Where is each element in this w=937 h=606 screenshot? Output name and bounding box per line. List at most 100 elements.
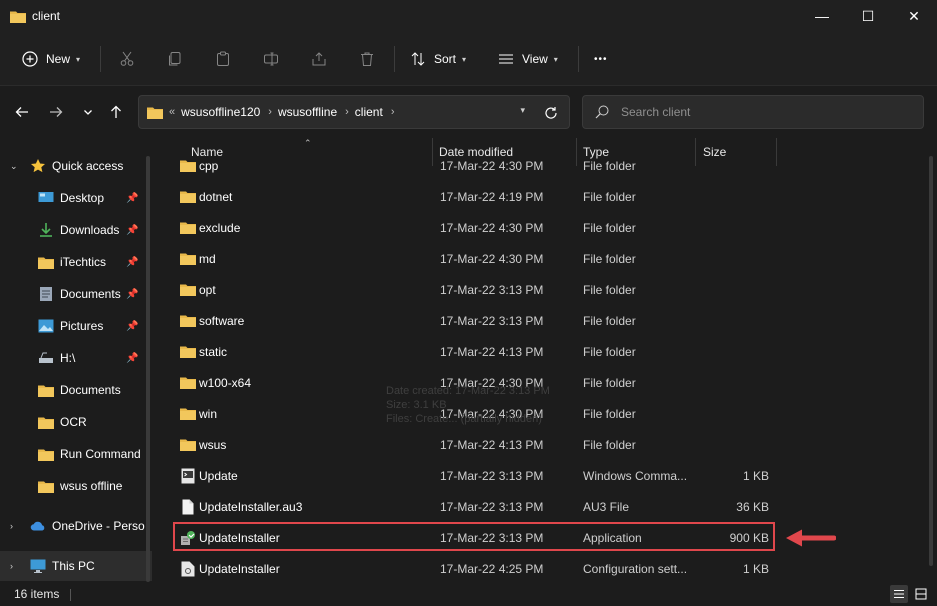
rename-icon [264,52,278,66]
sidebar-item-downloads[interactable]: Downloads 📌 [0,215,152,245]
pin-icon: 📌 [126,352,139,364]
sidebar-item-quick-access[interactable]: ⌄ Quick access [0,151,152,181]
copy-button[interactable] [164,44,186,74]
sidebar-item-this-pc[interactable]: › This PC [0,551,152,581]
minimize-button[interactable]: — [799,0,845,32]
navigation-bar: « wsusoffline120 › wsusoffline › client … [0,86,937,138]
download-icon [38,222,54,238]
tiles-view-button[interactable] [912,585,930,603]
refresh-button[interactable] [541,103,561,123]
sidebar-item-ocr[interactable]: OCR [0,407,152,437]
back-button[interactable] [8,98,36,126]
breadcrumb-client[interactable]: client [355,105,383,119]
command-bar: New ▾ Sort ▾ View ▾ ••• [0,32,937,86]
chevron-down-icon[interactable]: ⌄ [10,161,18,172]
sidebar-item-run-command[interactable]: Run Command [0,439,152,469]
chevron-right-icon[interactable]: › [10,521,13,531]
sidebar-item-h-drive[interactable]: H:\ 📌 [0,343,152,373]
file-type: File folder [583,282,636,297]
paste-button[interactable] [212,44,234,74]
sidebar-item-itechtics[interactable]: iTechtics 📌 [0,247,152,277]
chevron-down-icon: ▾ [462,54,467,64]
drive-icon [38,350,54,366]
up-button[interactable] [102,98,130,126]
breadcrumb-wsusoffline120[interactable]: wsusoffline120 [181,105,260,119]
search-box[interactable] [582,95,924,129]
file-list-scrollbar[interactable] [929,156,933,566]
details-view-icon [894,590,904,598]
table-row[interactable]: wsus 17-Mar-22 4:13 PM File folder [172,429,776,460]
file-type: File folder [583,189,636,204]
file-name: md [199,251,216,266]
file-type: File folder [583,313,636,328]
tooltip-line: Files: Create... (partially hidden) [386,413,542,425]
table-row[interactable]: exclude 17-Mar-22 4:30 PM File folder [172,212,776,243]
chevron-right-icon[interactable]: › [10,561,13,571]
file-list: ⌃ Name Date modified Type Size cpp 17-Mar… [160,138,937,582]
table-row[interactable]: dotnet 17-Mar-22 4:19 PM File folder [172,181,776,212]
close-button[interactable]: ✕ [891,0,937,32]
file-size [702,336,769,367]
sidebar-item-documents[interactable]: Documents [0,375,152,405]
folder-icon [179,212,197,243]
share-button[interactable] [308,44,330,74]
chevron-right-icon[interactable]: › [345,106,349,118]
status-bar: 16 items [0,582,937,606]
file-type: File folder [583,251,636,266]
file-name: UpdateInstaller [199,561,280,576]
delete-button[interactable] [356,44,378,74]
pin-icon: 📌 [126,224,139,236]
forward-button[interactable] [42,98,70,126]
sidebar-item-pictures[interactable]: Pictures 📌 [0,311,152,341]
arrow-left-icon [786,529,836,547]
pin-icon: 📌 [126,288,139,300]
chevron-right-icon[interactable]: › [268,106,272,118]
cut-button[interactable] [116,44,138,74]
view-button[interactable]: View ▾ [490,44,566,74]
trash-icon [361,52,373,66]
folder-icon [38,382,54,398]
table-row[interactable]: software 17-Mar-22 3:13 PM File folder [172,305,776,336]
sidebar-scrollbar[interactable] [146,156,150,582]
folder-icon [179,274,197,305]
sidebar-item-desktop[interactable]: Desktop 📌 [0,183,152,213]
chevron-down-icon[interactable]: ▾ [520,105,525,116]
address-bar[interactable]: « wsusoffline120 › wsusoffline › client … [138,95,570,129]
file-name: wsus [199,437,227,452]
new-button[interactable]: New ▾ [14,44,88,74]
details-view-button[interactable] [890,585,908,603]
table-row[interactable]: md 17-Mar-22 4:30 PM File folder [172,243,776,274]
table-row[interactable]: UpdateInstaller.au3 17-Mar-22 3:13 PM AU3 … [172,491,776,522]
sidebar-item-label: iTechtics [60,255,107,269]
search-input[interactable] [621,105,901,119]
breadcrumb-wsusoffline[interactable]: wsusoffline [278,105,337,119]
breadcrumb-overflow[interactable]: « [169,106,175,118]
file-name: dotnet [199,189,233,204]
new-label: New [46,52,71,66]
chevron-right-icon[interactable]: › [391,106,395,118]
column-divider[interactable] [776,138,777,166]
sidebar-item-wsus-offline[interactable]: wsus offline [0,471,152,501]
sort-button[interactable]: Sort ▾ [402,44,474,74]
sidebar-item-onedrive[interactable]: › OneDrive - Perso [0,511,152,541]
folder-icon [179,150,197,181]
sidebar-item-documents-pinned[interactable]: Documents 📌 [0,279,152,309]
maximize-button[interactable]: ☐ [845,0,891,32]
file-type: Configuration sett... [583,561,688,576]
rename-button[interactable] [260,44,282,74]
file-date: 17-Mar-22 4:25 PM [440,561,544,576]
recent-locations-button[interactable] [74,98,102,126]
folder-icon [179,398,197,429]
file-size [702,243,769,274]
table-row[interactable]: Update 17-Mar-22 3:13 PM Windows Comma... 1… [172,460,776,491]
file-size [702,150,769,181]
table-row[interactable]: opt 17-Mar-22 3:13 PM File folder [172,274,776,305]
file-date: 17-Mar-22 4:30 PM [440,220,544,235]
table-row[interactable]: UpdateInstaller 17-Mar-22 4:25 PM Configur… [172,553,776,582]
table-row[interactable]: cpp 17-Mar-22 4:30 PM File folder [172,150,776,181]
folder-icon [179,243,197,274]
more-options-button[interactable]: ••• [588,44,614,74]
sidebar-item-label: Documents [60,383,121,397]
sidebar-item-label: Downloads [60,223,120,237]
table-row[interactable]: static 17-Mar-22 4:13 PM File folder [172,336,776,367]
